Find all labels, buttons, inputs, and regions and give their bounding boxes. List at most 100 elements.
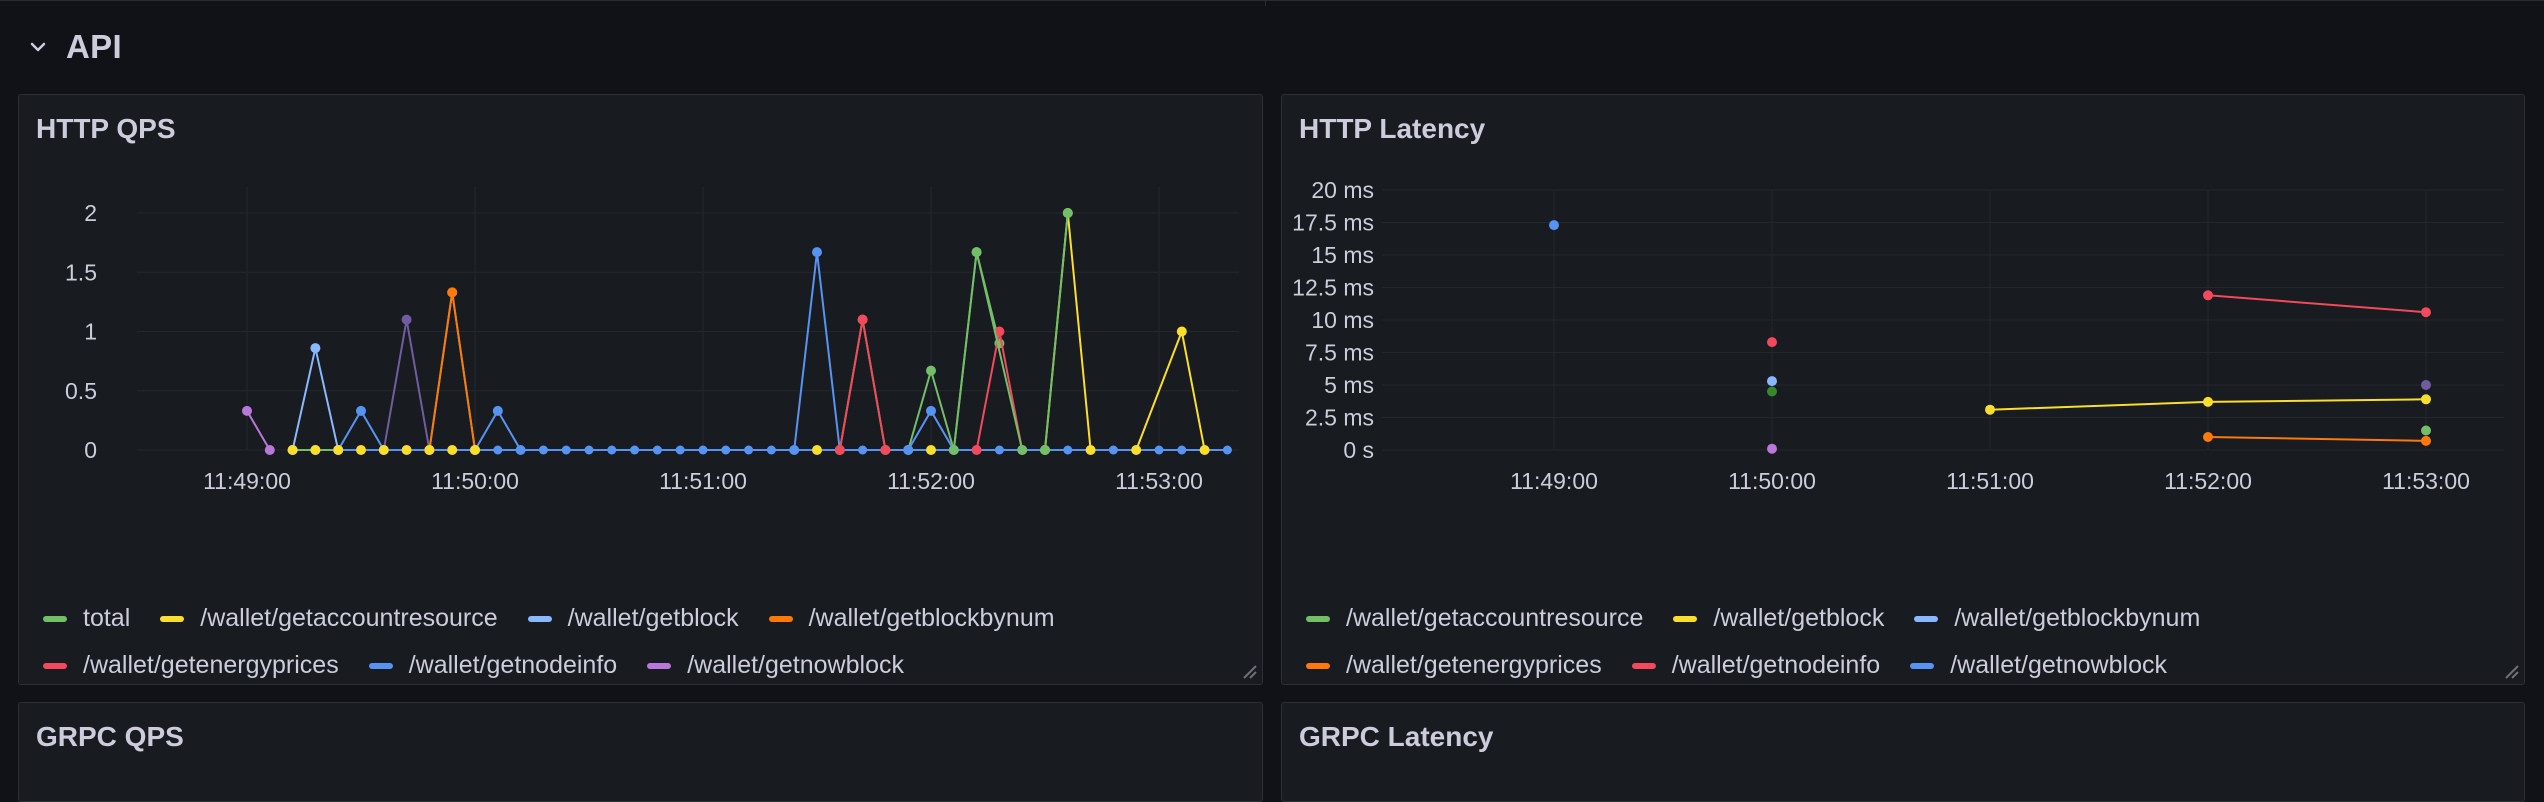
series-line: [2207, 294, 2427, 314]
http-latency-chart: 0 s 2.5 ms 5 ms 7.5 ms 10 ms 12.5 ms 15 ms 17.5…: [1292, 177, 2504, 494]
legend-item[interactable]: /wallet/getnodeinfo: [1631, 651, 1881, 680]
legend-label: /wallet/getnodeinfo: [408, 651, 618, 679]
legend-label: /wallet/getnowblock: [687, 651, 904, 679]
legend-item[interactable]: /wallet/getblock: [527, 604, 739, 633]
data-point: [926, 405, 936, 416]
data-point: [1767, 376, 1777, 387]
data-point: [857, 314, 868, 325]
series-line: [952, 251, 1024, 451]
series-line: [474, 408, 522, 451]
legend-swatch: [1914, 615, 1939, 622]
legend-swatch: [527, 615, 552, 622]
legend-item[interactable]: /wallet/getenergyprices: [43, 651, 339, 680]
data-point: [1085, 445, 1096, 455]
top-separator: [1265, 0, 1266, 6]
data-point: [1017, 445, 1028, 455]
legend-label: /wallet/getblockbynum: [808, 604, 1055, 632]
data-point: [971, 247, 982, 258]
data-point: [1177, 445, 1187, 455]
data-point: [1767, 337, 1777, 348]
data-point: [926, 365, 936, 376]
data-point: [356, 445, 366, 455]
series-line: [246, 410, 271, 451]
chevron-down-icon: [28, 37, 48, 57]
y-tick-label: 0 s: [1343, 437, 1374, 463]
legend-item[interactable]: /wallet/getblockbynum: [768, 604, 1055, 633]
legend-label: /wallet/getenergyprices: [83, 651, 339, 679]
data-point: [1154, 445, 1164, 455]
legend-item[interactable]: total: [43, 604, 130, 633]
data-point: [652, 445, 662, 455]
data-point: [880, 445, 891, 455]
data-point: [1222, 445, 1232, 455]
data-point: [1062, 208, 1073, 218]
data-point: [1108, 445, 1118, 455]
x-tick-label: 11:52:00: [887, 468, 975, 494]
legend-swatch: [43, 615, 67, 622]
series-line: [291, 347, 340, 451]
data-point: [1040, 445, 1050, 455]
data-point: [812, 445, 822, 455]
resize-handle-icon[interactable]: [1240, 662, 1258, 680]
legend-label: /wallet/getaccountresource: [200, 604, 498, 632]
data-point: [971, 445, 982, 455]
legend-swatch: [160, 615, 185, 622]
data-point: [1767, 386, 1777, 397]
legend-swatch: [43, 662, 67, 669]
data-point: [2421, 307, 2431, 318]
x-tick-label: 11:51:00: [1946, 468, 2034, 494]
data-point: [447, 445, 458, 455]
panel-title: GRPC QPS: [36, 721, 184, 752]
grpc-qps-panel[interactable]: GRPC QPS: [18, 702, 1263, 802]
data-point: [2203, 396, 2213, 407]
data-point: [858, 445, 868, 455]
resize-handle-icon[interactable]: [2502, 662, 2520, 680]
data-point: [2421, 435, 2431, 446]
series-line: [793, 251, 841, 451]
x-tick-label: 11:53:00: [1115, 468, 1203, 494]
series-line: [337, 408, 385, 451]
data-point: [698, 445, 708, 455]
series-line: [907, 251, 1001, 451]
data-point: [287, 445, 298, 455]
data-point: [264, 445, 275, 455]
data-point: [333, 445, 344, 455]
legend-swatch: [1306, 615, 1330, 622]
legend-item[interactable]: /wallet/getaccountresource: [1306, 604, 1643, 633]
x-tick-label: 11:52:00: [2164, 468, 2252, 494]
x-tick-label: 11:49:00: [203, 468, 291, 494]
series-line: [838, 319, 887, 451]
x-tick-label: 11:50:00: [431, 468, 519, 494]
data-point: [607, 445, 617, 455]
legend-item[interactable]: /wallet/getnowblock: [1910, 651, 2167, 680]
y-tick-label: 7.5 ms: [1305, 340, 1374, 366]
x-tick-label: 11:51:00: [659, 468, 747, 494]
data-point: [948, 445, 959, 455]
legend-item[interactable]: /wallet/getenergyprices: [1306, 651, 1602, 680]
legend-label: /wallet/getblockbynum: [1954, 604, 2201, 632]
series-line: [2207, 436, 2427, 442]
data-point: [1063, 445, 1073, 455]
data-point: [903, 445, 914, 455]
legend-swatch: [368, 662, 393, 669]
data-point: [834, 445, 845, 455]
http-latency-panel[interactable]: HTTP Latency 0 s 2.5 ms 5 ms 7.5 ms 10 ms 12.…: [1281, 94, 2525, 685]
grpc-latency-panel[interactable]: GRPC Latency: [1281, 702, 2525, 802]
data-point: [721, 445, 731, 455]
row-title: API: [66, 28, 122, 65]
data-point: [789, 445, 800, 455]
data-point: [2203, 432, 2213, 442]
http-qps-panel[interactable]: HTTP QPS 0 0.5 1 1.5 2 11:49:00 11:50:00 11:51:…: [18, 94, 1263, 685]
y-tick-label: 12.5 ms: [1292, 275, 1374, 301]
legend-label: /wallet/getnodeinfo: [1671, 651, 1881, 679]
legend-item[interactable]: /wallet/getblockbynum: [1914, 604, 2200, 633]
legend-item[interactable]: /wallet/getnodeinfo: [368, 651, 618, 680]
legend-item[interactable]: /wallet/getnowblock: [647, 651, 904, 680]
x-tick-label: 11:53:00: [2382, 468, 2470, 494]
legend-row: /wallet/getenergyprices/wallet/getnodein…: [43, 642, 1242, 684]
data-point: [630, 445, 640, 455]
data-point: [310, 343, 321, 354]
legend-item[interactable]: /wallet/getaccountresource: [160, 604, 498, 633]
row-collapse-toggle[interactable]: API: [28, 22, 122, 72]
legend-item[interactable]: /wallet/getblock: [1673, 604, 1884, 633]
